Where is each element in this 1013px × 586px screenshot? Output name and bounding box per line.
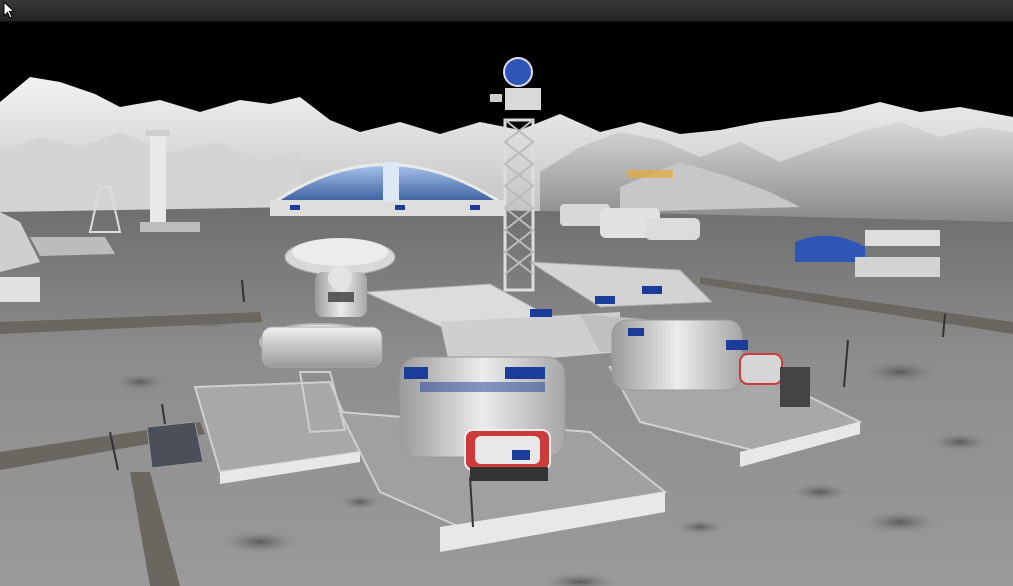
billboard-sign (628, 170, 673, 178)
arrow-cursor-icon (3, 1, 16, 19)
window-titlebar (0, 0, 1013, 22)
lunar-scene[interactable] (0, 22, 1013, 586)
game-viewport[interactable] (0, 22, 1013, 586)
game-window (0, 0, 1013, 586)
